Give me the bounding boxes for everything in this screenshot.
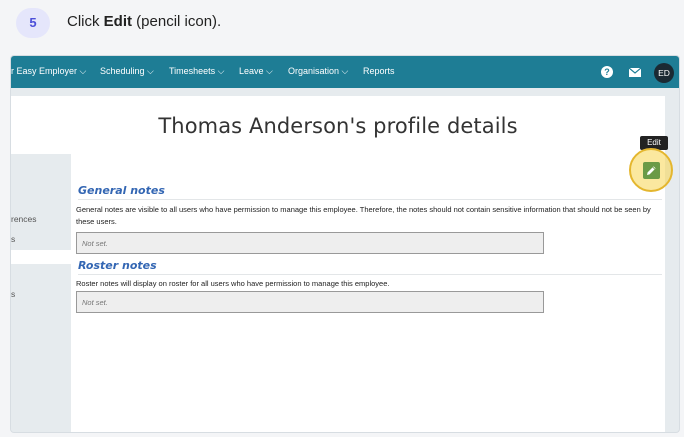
sidebar-item-preferences[interactable]: rences [11,214,37,224]
notes-content: General notes General notes are visible … [71,154,665,432]
question-icon[interactable]: ? [601,66,613,78]
roster-notes-heading: Roster notes [78,259,157,272]
pencil-icon [647,166,656,175]
sidebar: rences s s [11,154,71,432]
top-navbar: r Easy Employer ⌵ Scheduling ⌵ Timesheet… [11,56,679,88]
step-instruction: 5 Click Edit (pencil icon). [0,0,684,48]
avatar[interactable]: ED [654,63,674,83]
step-text-suffix: (pencil icon). [132,13,222,30]
nav-organisation[interactable]: Organisation ⌵ [288,66,348,77]
edit-button[interactable] [643,162,660,179]
sidebar-item-2[interactable]: s [11,234,15,244]
step-number-badge: 5 [16,8,50,38]
general-notes-heading: General notes [78,184,165,197]
divider [78,274,662,275]
general-notes-description: General notes are visible to all users w… [76,205,651,226]
page-title: Thomas Anderson's profile details [158,114,518,138]
sidebar-item-3[interactable]: s [11,289,15,299]
nav-scheduling[interactable]: Scheduling ⌵ [100,66,154,77]
title-panel: Thomas Anderson's profile details [11,96,665,154]
divider [78,199,662,200]
roster-notes-field[interactable]: Not set. [76,291,544,313]
mail-icon[interactable] [629,68,641,77]
roster-notes-description: Roster notes will display on roster for … [76,279,390,288]
step-text-bold: Edit [103,13,133,30]
general-notes-field[interactable]: Not set. [76,232,544,254]
nav-reports[interactable]: Reports [363,66,395,76]
app-screenshot: r Easy Employer ⌵ Scheduling ⌵ Timesheet… [11,56,679,432]
step-text-prefix: Click [67,13,104,30]
step-text: Click Edit (pencil icon). [67,13,221,30]
nav-timesheets[interactable]: Timesheets ⌵ [169,66,225,77]
nav-easy-employer[interactable]: r Easy Employer ⌵ [11,66,86,77]
sidebar-item-active[interactable] [11,250,71,264]
nav-leave[interactable]: Leave ⌵ [239,66,273,77]
